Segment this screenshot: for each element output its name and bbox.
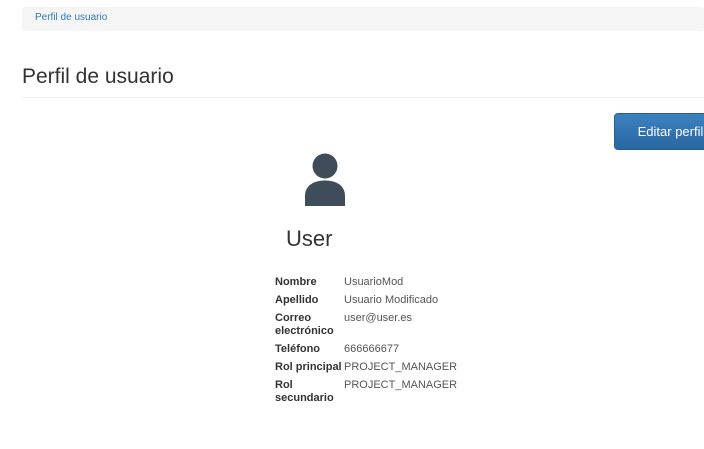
page-title: Perfil de usuario [22,65,174,88]
user-display-name: User [286,226,333,251]
field-value: 666666677 [344,343,400,355]
field-label: Rol principal [275,361,342,373]
edit-profile-button[interactable]: Editar perfil [614,113,704,150]
breadcrumb: Perfil de usuario [22,7,704,31]
profile-field-row: Apellido Usuario Modificado [275,294,474,312]
profile-field-row: Rol secundario PROJECT_MANAGER [275,379,474,410]
profile-field-row: Nombre UsuarioMod [275,276,474,294]
field-label: Nombre [275,276,317,288]
profile-field-row: Teléfono 666666677 [275,343,474,361]
profile-field-row: Correo electrónico user@user.es [275,312,474,343]
field-value: UsuarioMod [344,276,404,288]
profile-field-row: Rol principal PROJECT_MANAGER [275,361,474,379]
profile-details: Nombre UsuarioMod Apellido Usuario Modif… [275,276,474,410]
field-value: PROJECT_MANAGER [344,361,458,373]
user-silhouette-icon [304,153,346,206]
field-label: Correo electrónico [275,312,334,337]
field-label: Rol secundario [275,379,334,404]
field-value: PROJECT_MANAGER [344,379,458,391]
title-divider [22,97,704,98]
user-profile-page: Perfil de usuario Perfil de usuario Edit… [0,0,704,449]
field-value: Usuario Modificado [344,294,439,306]
field-label: Apellido [275,294,319,306]
field-label: Teléfono [275,343,321,355]
field-value: user@user.es [344,312,413,324]
breadcrumb-item-profile[interactable]: Perfil de usuario [35,12,107,23]
